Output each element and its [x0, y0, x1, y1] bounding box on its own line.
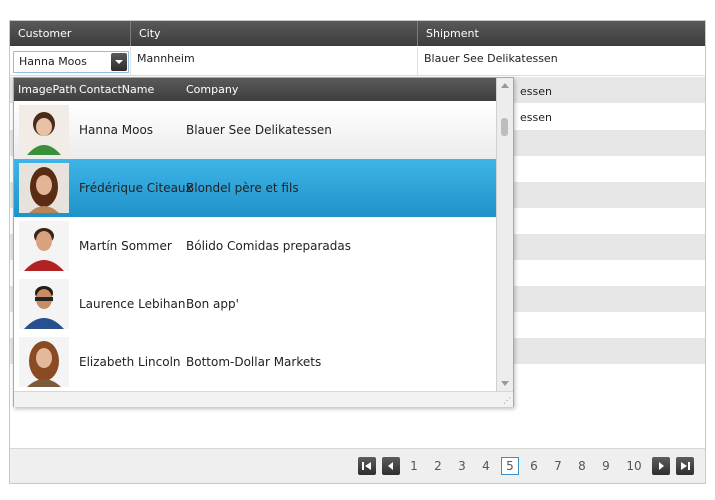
page-link-4[interactable]: 4 [477, 457, 495, 475]
dropdown-item[interactable]: Elizabeth Lincoln Bottom-Dollar Markets [14, 333, 496, 391]
contact-photo [19, 105, 69, 155]
dropdown-item-selected[interactable]: Frédérique Citeaux Blondel père et fils [14, 159, 496, 217]
shipment-cell[interactable]: essen [514, 103, 664, 129]
page-link-7[interactable]: 7 [549, 457, 567, 475]
page-link-2[interactable]: 2 [429, 457, 447, 475]
contact-name: Elizabeth Lincoln [79, 355, 181, 369]
combobox-value: Hanna Moos [19, 55, 87, 68]
company-name: Bottom-Dollar Markets [186, 355, 322, 369]
contact-name: Martín Sommer [79, 239, 172, 253]
dropdown-header: ImagePath ContactName Company [14, 78, 496, 101]
page-link-5-current[interactable]: 5 [501, 457, 519, 475]
last-page-icon [681, 462, 690, 470]
last-page-button[interactable] [676, 457, 694, 475]
page-link-8[interactable]: 8 [573, 457, 591, 475]
contact-name: Frédérique Citeaux [79, 181, 193, 195]
company-name: Bon app' [186, 297, 239, 311]
city-cell[interactable]: Mannheim [131, 47, 418, 73]
contact-photo [19, 163, 69, 213]
contact-photo [19, 337, 69, 387]
chevron-down-icon [115, 60, 123, 64]
grid-header: Customer City Shipment [10, 21, 705, 46]
dropdown-toggle-button[interactable] [111, 53, 127, 71]
dropdown-item[interactable]: Hanna Moos Blauer See Delikatessen [14, 101, 496, 159]
page-link-6[interactable]: 6 [525, 457, 543, 475]
previous-page-icon [388, 462, 393, 470]
dropdown-item[interactable]: Laurence Lebihan Bon app' [14, 275, 496, 333]
dropdown-column-imagepath: ImagePath [18, 83, 77, 96]
column-header-customer[interactable]: Customer [10, 21, 131, 46]
scroll-up-icon[interactable] [501, 83, 509, 88]
scrollbar-thumb[interactable] [501, 118, 508, 136]
contact-name: Laurence Lebihan [79, 297, 186, 311]
previous-page-button[interactable] [382, 457, 400, 475]
first-page-icon [362, 462, 371, 470]
page-link-9[interactable]: 9 [597, 457, 615, 475]
pager: 1 2 3 4 5 6 7 8 9 10 [10, 448, 705, 483]
customer-dropdown-popup: ImagePath ContactName Company Hanna Moos… [13, 77, 514, 407]
page-link-1[interactable]: 1 [405, 457, 423, 475]
resize-grip-icon[interactable]: ⋰ [503, 396, 511, 405]
dropdown-column-company: Company [186, 83, 239, 96]
column-header-city[interactable]: City [131, 21, 418, 46]
popup-resize-bar[interactable]: ⋰ [14, 391, 513, 407]
contact-photo [19, 221, 69, 271]
shipment-cell[interactable]: essen [514, 77, 664, 103]
contact-photo [19, 279, 69, 329]
next-page-icon [659, 462, 664, 470]
customer-combobox[interactable]: Hanna Moos [13, 51, 129, 73]
dropdown-item[interactable]: Martín Sommer Bólido Comidas preparadas [14, 217, 496, 275]
column-header-shipment[interactable]: Shipment [418, 21, 705, 46]
dropdown-column-contactname: ContactName [79, 83, 155, 96]
first-page-button[interactable] [358, 457, 376, 475]
company-name: Blondel père et fils [186, 181, 299, 195]
contact-name: Hanna Moos [79, 123, 154, 137]
company-name: Blauer See Delikatessen [186, 123, 332, 137]
dropdown-scrollbar[interactable] [496, 78, 513, 391]
shipment-cell[interactable]: Blauer See Delikatessen [418, 47, 705, 73]
page-link-10[interactable]: 10 [623, 457, 645, 475]
scroll-down-icon[interactable] [501, 381, 509, 386]
next-page-button[interactable] [652, 457, 670, 475]
page-link-3[interactable]: 3 [453, 457, 471, 475]
company-name: Bólido Comidas preparadas [186, 239, 351, 253]
